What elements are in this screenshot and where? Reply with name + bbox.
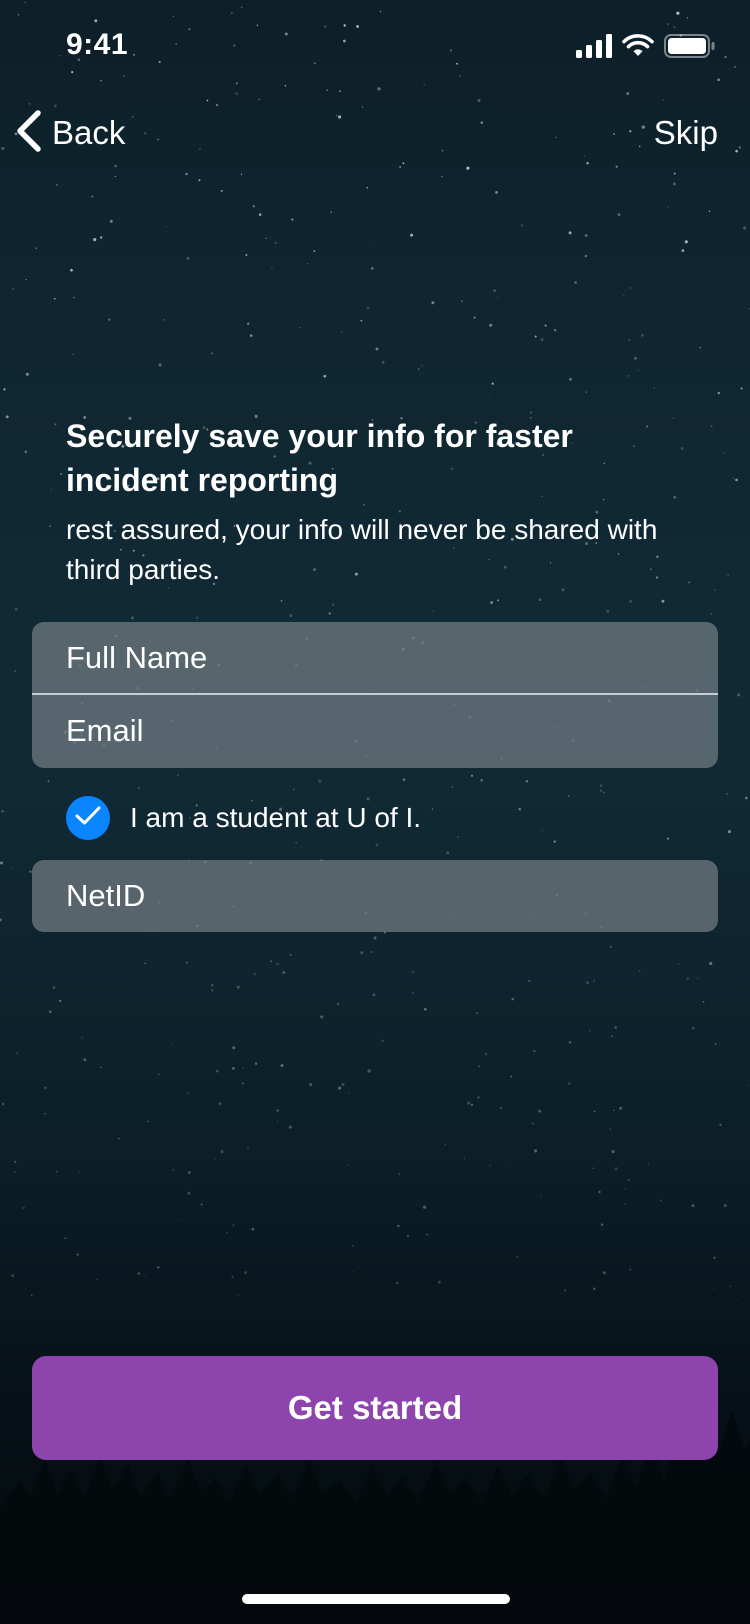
- email-field[interactable]: Email: [32, 695, 718, 767]
- status-bar: 9:41: [0, 0, 750, 94]
- skip-button[interactable]: Skip: [654, 106, 718, 160]
- status-icons: [576, 34, 716, 63]
- onboarding-screen: 9:41 Back Skip Securely save your info f…: [0, 0, 750, 1624]
- back-button[interactable]: Back: [14, 106, 125, 160]
- netid-field[interactable]: NetID: [32, 860, 718, 932]
- cellular-signal-icon: [576, 34, 612, 63]
- back-label: Back: [52, 114, 126, 151]
- page-subtitle: rest assured, your info will never be sh…: [66, 514, 658, 585]
- full-name-field[interactable]: Full Name: [32, 622, 718, 695]
- student-checkbox[interactable]: [66, 796, 110, 840]
- wifi-icon: [622, 34, 654, 63]
- home-indicator[interactable]: [242, 1594, 510, 1604]
- chevron-left-icon: [14, 109, 44, 158]
- student-checkbox-label: I am a student at U of I.: [130, 802, 422, 833]
- battery-icon: [664, 34, 716, 63]
- status-time: 9:41: [66, 28, 129, 61]
- student-checkbox-row[interactable]: I am a student at U of I.: [66, 796, 421, 840]
- checkmark-icon: [75, 806, 101, 831]
- page-title: Securely save your info for faster incid…: [66, 418, 573, 498]
- get-started-button[interactable]: Get started: [32, 1356, 718, 1460]
- contact-field-group: Full Name Email: [32, 622, 718, 768]
